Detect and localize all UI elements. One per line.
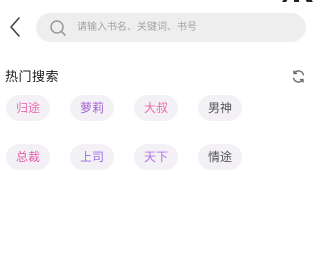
status-bar [282,0,313,2]
hot-search-tag[interactable]: 天下 [134,144,179,170]
hot-search-tag[interactable]: 归途 [6,95,51,121]
search-page: 热门搜索 归途 萝莉 大叔 男神 总裁 上司 天下 情途 [0,0,320,278]
refresh-button[interactable] [290,68,306,84]
search-icon [49,19,67,37]
search-bar[interactable] [36,13,306,42]
chevron-left-icon [10,17,20,37]
hot-search-tag[interactable]: 情途 [198,144,243,170]
refresh-icon [292,69,304,83]
hot-search-tag[interactable]: 男神 [198,95,243,121]
hot-search-tag[interactable]: 大叔 [134,95,179,121]
hot-search-tag[interactable]: 上司 [70,144,115,170]
hot-search-tag[interactable]: 总裁 [6,144,51,170]
search-input[interactable] [77,17,292,38]
battery-icon [294,0,299,2]
hot-search-tag[interactable]: 萝莉 [70,95,115,121]
back-button[interactable] [4,13,26,41]
hot-search-title: 热门搜索 [5,70,60,85]
wifi-icon [305,0,313,2]
signal-icon [282,0,288,2]
